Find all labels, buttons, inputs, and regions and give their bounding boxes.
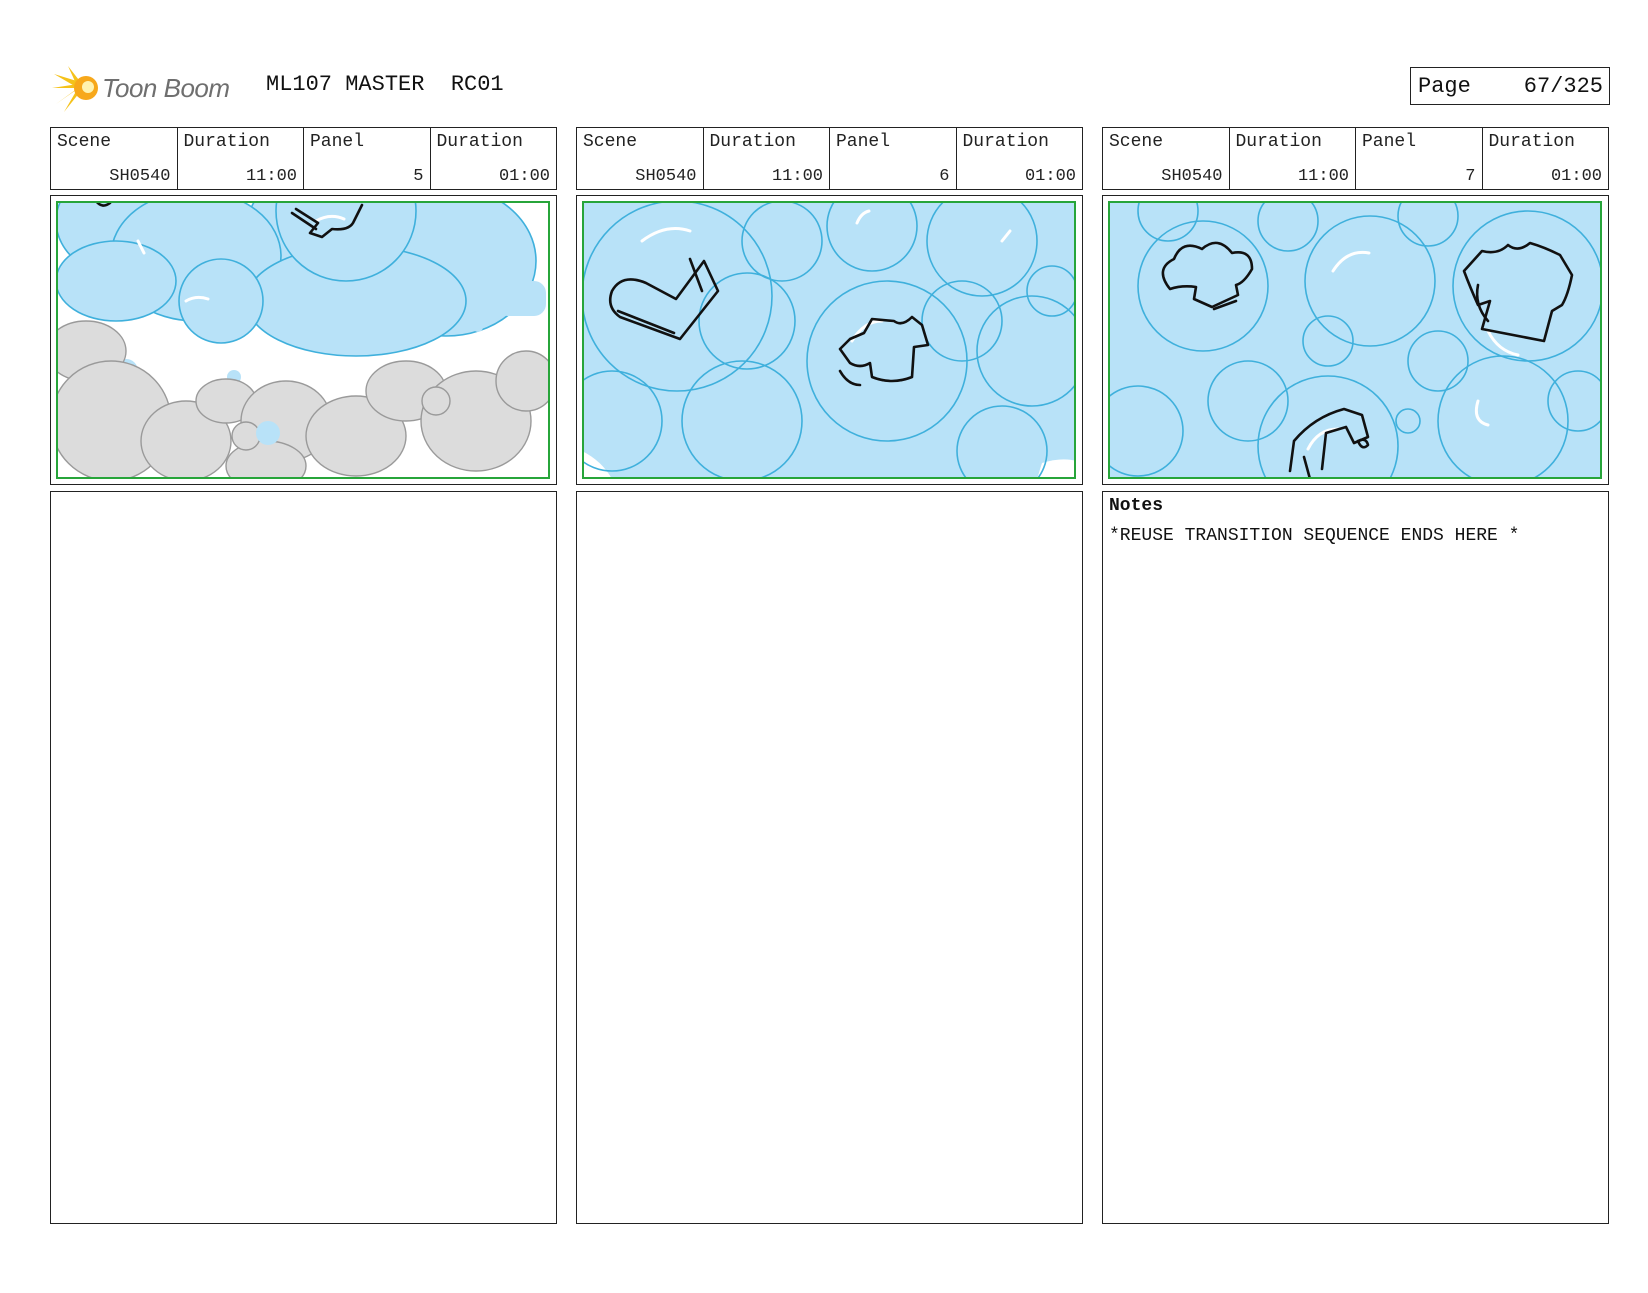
scene-label: Scene bbox=[1109, 132, 1164, 152]
panel-value: 7 bbox=[1465, 167, 1476, 186]
panel-label: Panel bbox=[836, 132, 891, 152]
notes-text: *REUSE TRANSITION SEQUENCE ENDS HERE * bbox=[1109, 526, 1520, 546]
panel-duration-value: 01:00 bbox=[498, 167, 550, 186]
scene-duration-label: Duration bbox=[1235, 132, 1322, 152]
panel-value: 5 bbox=[413, 167, 424, 186]
page-number: 67/325 bbox=[1523, 73, 1603, 99]
panel-duration-label: Duration bbox=[436, 132, 523, 152]
star-burst-icon bbox=[52, 66, 98, 112]
scene-duration-value: 11:00 bbox=[771, 167, 823, 186]
scene-duration-value: 11:00 bbox=[245, 167, 297, 186]
toon-boom-logo: Toon Boom bbox=[50, 60, 260, 116]
panel-cell: Panel 5 bbox=[304, 128, 431, 189]
notes-box[interactable] bbox=[50, 491, 557, 1224]
panel-info-row: Scene SH0540 Duration 11:00 Panel 6 Dura… bbox=[576, 127, 1083, 190]
panel-value: 6 bbox=[939, 167, 950, 186]
panel-duration-value: 01:00 bbox=[1550, 167, 1602, 186]
panel-sketch-hat-shirt-bubbles bbox=[1108, 201, 1602, 479]
scene-duration-cell: Duration 11:00 bbox=[704, 128, 830, 189]
scene-cell: Scene SH0540 bbox=[577, 128, 704, 189]
panel-duration-cell: Duration 01:00 bbox=[957, 128, 1083, 189]
panel-duration-cell: Duration 01:00 bbox=[1483, 128, 1609, 189]
notes-box[interactable]: Notes *REUSE TRANSITION SEQUENCE ENDS HE… bbox=[1102, 491, 1609, 1224]
project-title: ML107 MASTER RC01 bbox=[266, 72, 504, 97]
scene-label: Scene bbox=[57, 132, 112, 152]
scene-duration-label: Duration bbox=[709, 132, 796, 152]
page-label: Page bbox=[1418, 73, 1471, 99]
panel-label: Panel bbox=[1362, 132, 1417, 152]
panel-sketch-clothes-bubbles bbox=[582, 201, 1076, 479]
panel-image-frame[interactable] bbox=[576, 195, 1083, 485]
panel-duration-cell: Duration 01:00 bbox=[431, 128, 557, 189]
scene-value: SH0540 bbox=[635, 167, 697, 186]
scene-value: SH0540 bbox=[109, 167, 171, 186]
notes-title: Notes bbox=[1109, 496, 1164, 516]
scene-value: SH0540 bbox=[1161, 167, 1223, 186]
panel-duration-value: 01:00 bbox=[1024, 167, 1076, 186]
scene-duration-label: Duration bbox=[183, 132, 270, 152]
page-header: Toon Boom ML107 MASTER RC01 Page 67/325 bbox=[50, 60, 1610, 116]
panel-cell: Panel 7 bbox=[1356, 128, 1483, 189]
panel-info-row: Scene SH0540 Duration 11:00 Panel 5 Dura… bbox=[50, 127, 557, 190]
panel-cell: Panel 6 bbox=[830, 128, 957, 189]
panel-image-frame[interactable] bbox=[50, 195, 557, 485]
scene-duration-cell: Duration 11:00 bbox=[178, 128, 304, 189]
scene-label: Scene bbox=[583, 132, 638, 152]
notes-box[interactable] bbox=[576, 491, 1083, 1224]
scene-cell: Scene SH0540 bbox=[51, 128, 178, 189]
panel-duration-label: Duration bbox=[1488, 132, 1575, 152]
logo-wordmark: Toon Boom bbox=[102, 72, 230, 103]
panel-sketch-bubbles-foam bbox=[56, 201, 550, 479]
panel-image-frame[interactable] bbox=[1102, 195, 1609, 485]
scene-duration-cell: Duration 11:00 bbox=[1230, 128, 1356, 189]
panel-label: Panel bbox=[310, 132, 365, 152]
scene-duration-value: 11:00 bbox=[1297, 167, 1349, 186]
panel-duration-label: Duration bbox=[962, 132, 1049, 152]
panel-info-row: Scene SH0540 Duration 11:00 Panel 7 Dura… bbox=[1102, 127, 1609, 190]
scene-cell: Scene SH0540 bbox=[1103, 128, 1230, 189]
page-counter: Page 67/325 bbox=[1410, 67, 1610, 105]
